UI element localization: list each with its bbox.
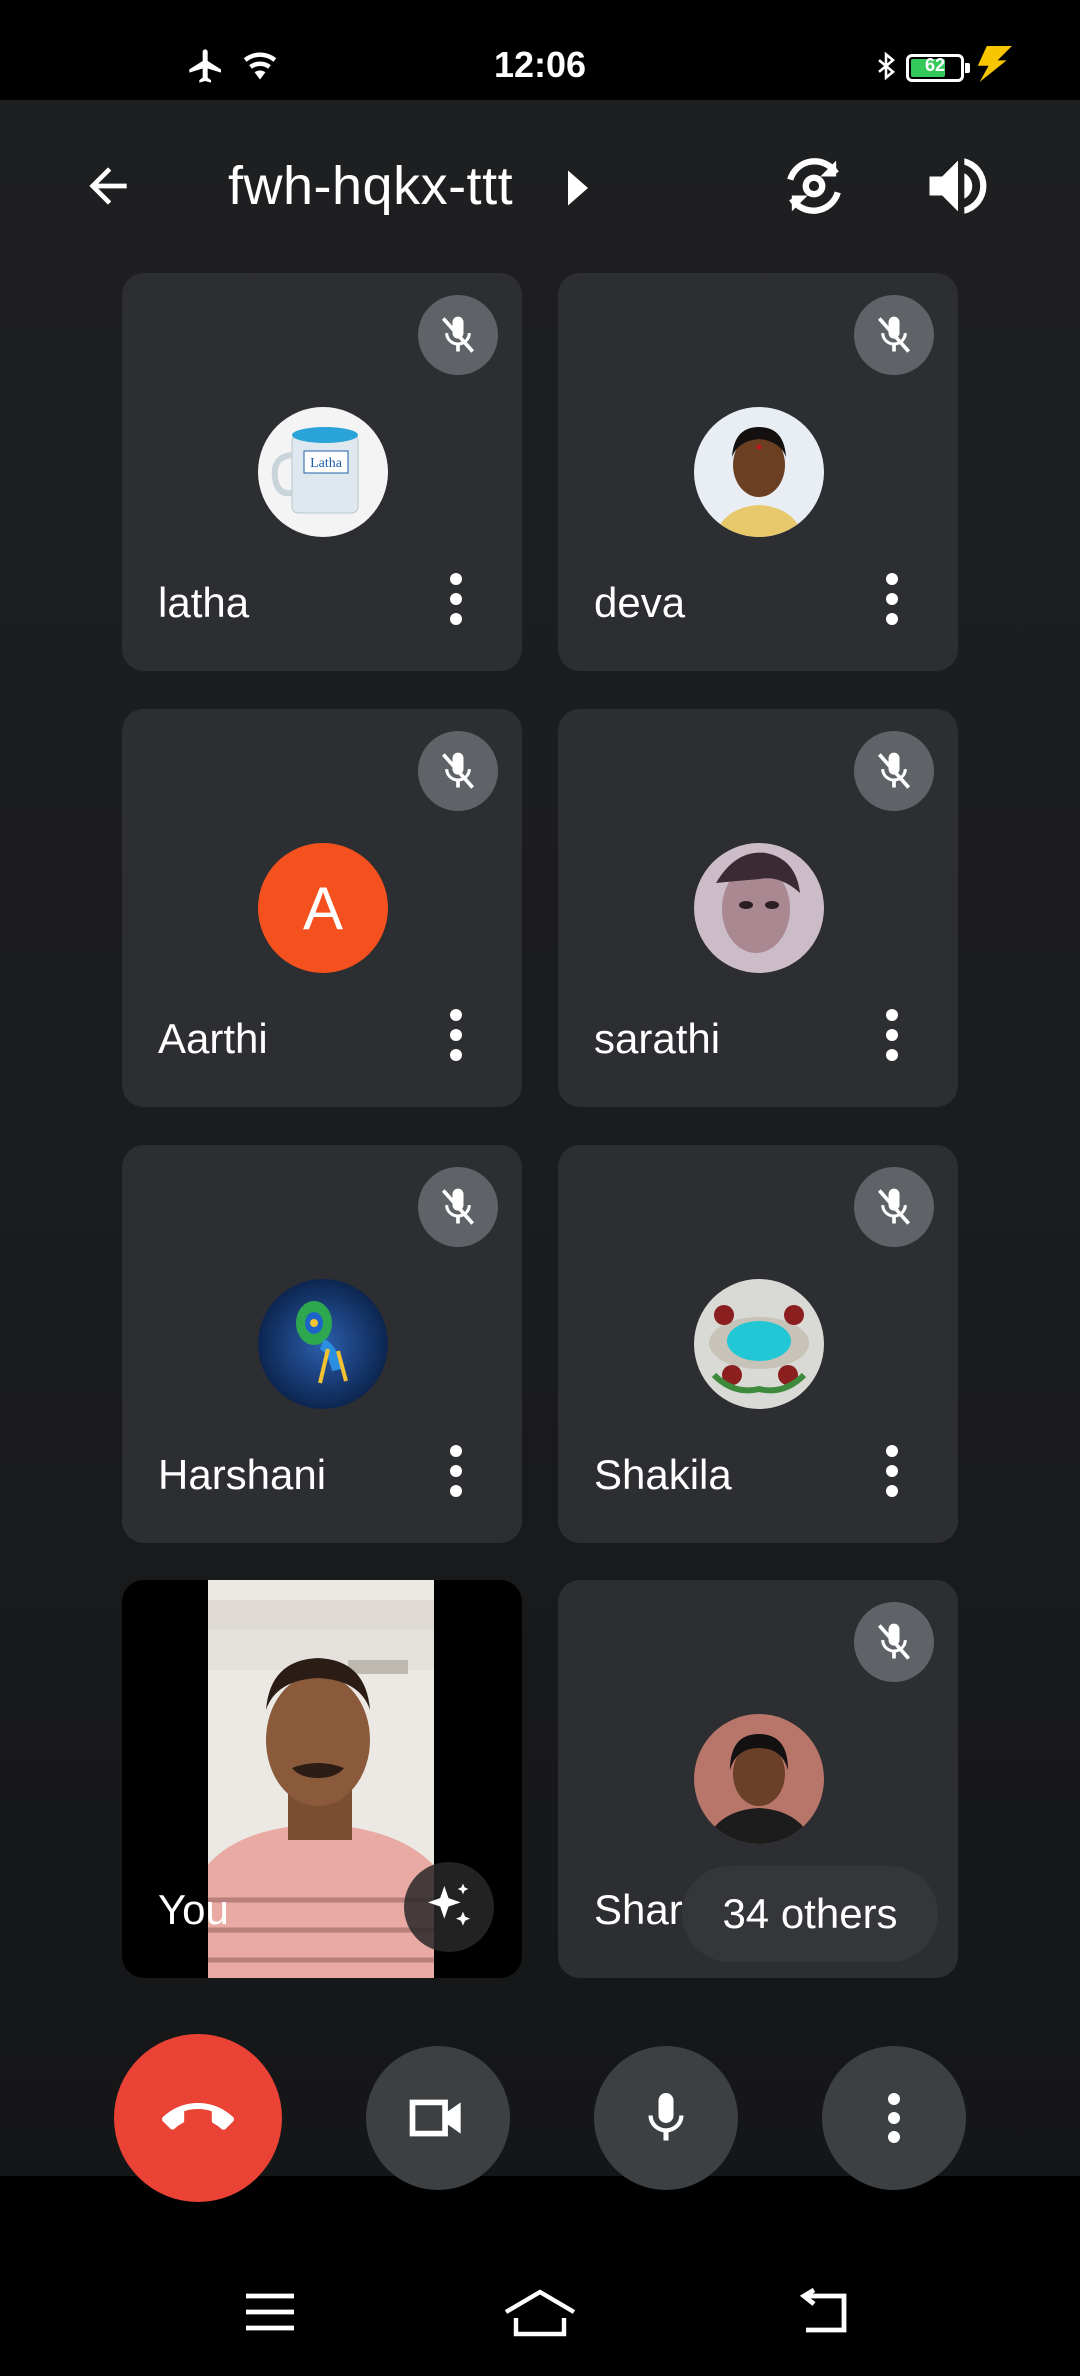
flip-camera-icon (787, 158, 841, 214)
muted-badge (418, 295, 498, 375)
muted-badge (418, 1167, 498, 1247)
avatar: Latha (258, 407, 388, 537)
participant-name: Shakila (594, 1451, 732, 1498)
participant-tile-sarathi[interactable]: sarathi (558, 709, 958, 1107)
camera-toggle-button[interactable] (366, 2046, 510, 2190)
back-button[interactable] (70, 148, 146, 224)
system-nav-bar (0, 2240, 1080, 2376)
battery-icon: 62 (906, 54, 970, 82)
menu-icon (246, 2293, 294, 2331)
bluetooth-icon (878, 51, 896, 81)
participant-tile-deva[interactable]: deva (558, 273, 958, 671)
avatar-letter: A (258, 843, 388, 973)
chevron-right-icon[interactable] (564, 168, 592, 208)
mic-off-icon (877, 316, 911, 353)
more-options-icon[interactable] (882, 1005, 902, 1065)
more-options-icon[interactable] (882, 1441, 902, 1501)
participant-name: deva (594, 579, 686, 626)
microphone-toggle-button[interactable] (594, 2046, 738, 2190)
participant-name: sarathi (594, 1015, 721, 1062)
participant-tile-shakila[interactable]: Shakila (558, 1145, 958, 1543)
mic-off-icon (877, 1623, 911, 1660)
recents-button[interactable] (230, 2280, 310, 2344)
mic-off-icon (441, 752, 475, 789)
sparkle-icon (428, 1883, 470, 1926)
muted-badge (854, 295, 934, 375)
mic-off-icon (877, 752, 911, 789)
more-options-icon[interactable] (446, 1441, 466, 1501)
more-options-icon[interactable] (446, 569, 466, 629)
more-options-icon[interactable] (882, 569, 902, 629)
call-header: fwh-hqkx-ttt (0, 100, 1080, 265)
svg-text:Latha: Latha (310, 456, 343, 471)
participant-name: Aarthi (158, 1015, 268, 1062)
more-options-button[interactable] (822, 2046, 966, 2190)
audio-output-button[interactable] (920, 148, 996, 224)
participant-tile-aarthi[interactable]: A Aarthi (122, 709, 522, 1107)
avatar (694, 1714, 824, 1844)
speaker-icon (929, 158, 987, 214)
avatar (258, 1279, 388, 1409)
battery-level: 62 (924, 55, 946, 75)
visual-effects-button[interactable] (404, 1862, 494, 1952)
muted-badge (854, 731, 934, 811)
status-bar: 12:06 62 (0, 0, 1080, 100)
self-video-tile[interactable]: You (122, 1580, 522, 1978)
participant-tile-latha[interactable]: Latha latha (122, 273, 522, 671)
more-options-icon (887, 2093, 901, 2143)
camera-icon (409, 2099, 461, 2137)
avatar (694, 843, 824, 973)
participant-name: latha (158, 579, 250, 626)
end-call-icon (162, 2103, 234, 2130)
meeting-code[interactable]: fwh-hqkx-ttt (228, 155, 513, 217)
mic-off-icon (441, 1188, 475, 1225)
participant-name: You (158, 1886, 229, 1933)
home-icon (504, 2289, 576, 2337)
mic-off-icon (877, 1188, 911, 1225)
back-arrow-icon (89, 167, 127, 205)
muted-badge (854, 1602, 934, 1682)
others-count-pill[interactable]: 34 others (682, 1866, 938, 1962)
more-options-icon[interactable] (446, 1005, 466, 1065)
home-button[interactable] (500, 2280, 580, 2344)
avatar-initial: A (302, 874, 344, 942)
call-controls (0, 1980, 1080, 2240)
participant-name: Harshani (158, 1451, 327, 1498)
self-video-feed (208, 1580, 434, 1978)
participant-tile-harshani[interactable]: Harshani (122, 1145, 522, 1543)
avatar (694, 1279, 824, 1409)
back-nav-button[interactable] (784, 2280, 864, 2344)
back-icon (799, 2288, 847, 2333)
flip-camera-button[interactable] (776, 148, 852, 224)
muted-badge (854, 1167, 934, 1247)
end-call-button[interactable] (114, 2034, 282, 2202)
muted-badge (418, 731, 498, 811)
charging-icon (977, 46, 1012, 82)
mic-off-icon (441, 316, 475, 353)
microphone-icon (648, 2093, 684, 2141)
avatar (694, 407, 824, 537)
